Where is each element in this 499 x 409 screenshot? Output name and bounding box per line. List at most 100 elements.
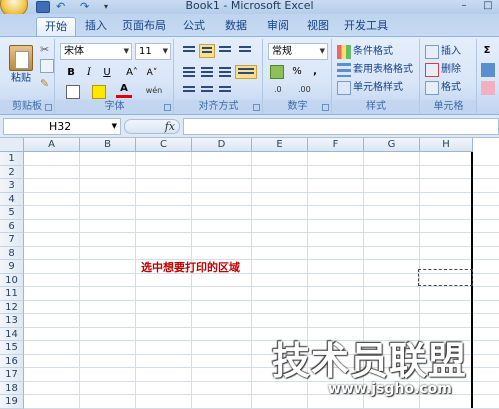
paste-icon[interactable]: [9, 45, 33, 71]
format-cells-icon[interactable]: [425, 81, 439, 95]
align-top-icon[interactable]: [181, 44, 197, 58]
column-header-e[interactable]: E: [252, 138, 308, 152]
clipboard-launcher-icon[interactable]: [45, 104, 52, 111]
increase-decimal-icon[interactable]: .0: [274, 85, 288, 99]
clear-icon[interactable]: [481, 81, 495, 95]
number-launcher-icon[interactable]: [322, 104, 329, 111]
insert-cells-icon[interactable]: [425, 45, 439, 59]
number-group-label: 数字: [264, 100, 331, 113]
row-header-16[interactable]: 16: [0, 354, 24, 368]
increase-indent-icon[interactable]: [199, 84, 215, 98]
font-color-button[interactable]: A: [116, 83, 132, 98]
row-header-15[interactable]: 15: [0, 341, 24, 355]
format-button[interactable]: 格式: [441, 80, 475, 96]
orientation-icon[interactable]: [237, 44, 253, 58]
name-box-dropdown-icon[interactable]: ▼: [112, 119, 117, 134]
shrink-font-button[interactable]: A˅: [144, 65, 160, 81]
align-middle-icon[interactable]: [199, 44, 215, 58]
row-header-10[interactable]: 10: [0, 273, 24, 287]
bold-button[interactable]: B: [64, 65, 78, 81]
decrease-decimal-icon[interactable]: .00: [298, 85, 312, 99]
insert-function-button[interactable]: fx: [165, 120, 175, 133]
font-name-dropdown-icon: ▼: [123, 47, 129, 55]
tab-view[interactable]: 视图: [300, 17, 336, 36]
column-header-h[interactable]: H: [420, 138, 473, 152]
phonetic-button[interactable]: wén: [142, 83, 166, 99]
comma-button[interactable]: ,: [308, 64, 322, 80]
worksheet-grid[interactable]: ABCDEFGH 1 2 3 4 5 6 7 8 9 10 11 12 13 14 15 16 17 18 19 选…: [0, 138, 499, 409]
tab-home[interactable]: 开始: [36, 17, 76, 36]
row-header-9[interactable]: 9: [0, 260, 24, 274]
autosum-button[interactable]: Σ: [480, 43, 494, 59]
delete-cells-icon[interactable]: [425, 63, 439, 77]
row-header-11[interactable]: 11: [0, 287, 24, 301]
tab-insert[interactable]: 插入: [78, 17, 114, 36]
italic-button[interactable]: I: [82, 65, 96, 81]
row-header-1[interactable]: 1: [0, 152, 24, 166]
cell-styles-button[interactable]: 单元格样式: [353, 80, 417, 96]
align-bottom-icon[interactable]: [217, 44, 233, 58]
row-header-7[interactable]: 7: [0, 233, 24, 247]
column-header-c[interactable]: C: [136, 138, 192, 152]
row-header-5[interactable]: 5: [0, 206, 24, 220]
column-header-a[interactable]: A: [24, 138, 80, 152]
borders-icon[interactable]: [66, 85, 80, 99]
conditional-format-icon[interactable]: [337, 45, 351, 59]
select-all-button[interactable]: [0, 138, 24, 152]
fill-icon[interactable]: [481, 63, 495, 77]
cell-styles-icon[interactable]: [337, 81, 351, 95]
accounting-format-icon[interactable]: [270, 65, 284, 79]
maximize-button[interactable]: □: [476, 0, 499, 13]
table-format-icon[interactable]: [337, 63, 351, 77]
tab-data[interactable]: 数据: [218, 17, 254, 36]
insert-button[interactable]: 插入: [441, 44, 475, 60]
editing-group: Σ: [478, 39, 499, 113]
row-header-17[interactable]: 17: [0, 368, 24, 382]
row-header-12[interactable]: 12: [0, 300, 24, 314]
copy-icon[interactable]: [40, 59, 54, 73]
row-header-2[interactable]: 2: [0, 165, 24, 179]
tab-developer[interactable]: 开发工具: [340, 17, 392, 36]
format-painter-icon[interactable]: ✎: [40, 77, 54, 91]
minimize-button[interactable]: –: [452, 0, 476, 13]
tab-review[interactable]: 审阅: [260, 17, 296, 36]
number-format-select[interactable]: 常规 ▼: [268, 43, 328, 60]
row-header-14[interactable]: 14: [0, 327, 24, 341]
row-header-8[interactable]: 8: [0, 246, 24, 260]
align-center-icon[interactable]: [199, 65, 215, 79]
decrease-indent-icon[interactable]: [181, 84, 197, 98]
formula-bar: H32 ▼ fx: [0, 115, 499, 138]
column-header-g[interactable]: G: [364, 138, 420, 152]
row-header-6[interactable]: 6: [0, 219, 24, 233]
row-header-4[interactable]: 4: [0, 192, 24, 206]
grow-font-button[interactable]: A˄: [124, 65, 140, 81]
column-header-b[interactable]: B: [80, 138, 136, 152]
row-header-19[interactable]: 19: [0, 395, 24, 409]
delete-button[interactable]: 删除: [441, 62, 475, 78]
percent-button[interactable]: %: [290, 64, 304, 80]
row-header-3[interactable]: 3: [0, 179, 24, 193]
merge-center-icon[interactable]: [235, 65, 257, 79]
underline-button[interactable]: U: [100, 65, 114, 81]
font-size-select[interactable]: 11 ▼: [135, 43, 171, 60]
paste-button[interactable]: 粘贴: [4, 71, 38, 87]
alignment-launcher-icon[interactable]: [253, 104, 260, 111]
column-header-d[interactable]: D: [192, 138, 252, 152]
tab-page-layout[interactable]: 页面布局: [118, 17, 170, 36]
alignment-group: 对齐方式: [175, 39, 263, 113]
fill-color-icon[interactable]: [92, 85, 106, 99]
name-box[interactable]: H32 ▼: [3, 118, 121, 135]
align-right-icon[interactable]: [217, 65, 233, 79]
font-launcher-icon[interactable]: [164, 104, 171, 111]
font-name-select[interactable]: 宋体 ▼: [60, 43, 132, 60]
row-header-13[interactable]: 13: [0, 314, 24, 328]
format-as-table-button[interactable]: 套用表格格式: [353, 62, 419, 78]
tab-formulas[interactable]: 公式: [176, 17, 212, 36]
row-header-18[interactable]: 18: [0, 381, 24, 395]
column-header-f[interactable]: F: [308, 138, 364, 152]
conditional-format-button[interactable]: 条件格式: [353, 44, 417, 60]
formula-input[interactable]: [183, 118, 499, 135]
align-left-icon[interactable]: [181, 65, 197, 79]
wrap-text-icon[interactable]: [217, 84, 233, 98]
cut-icon[interactable]: ✂: [40, 43, 54, 57]
